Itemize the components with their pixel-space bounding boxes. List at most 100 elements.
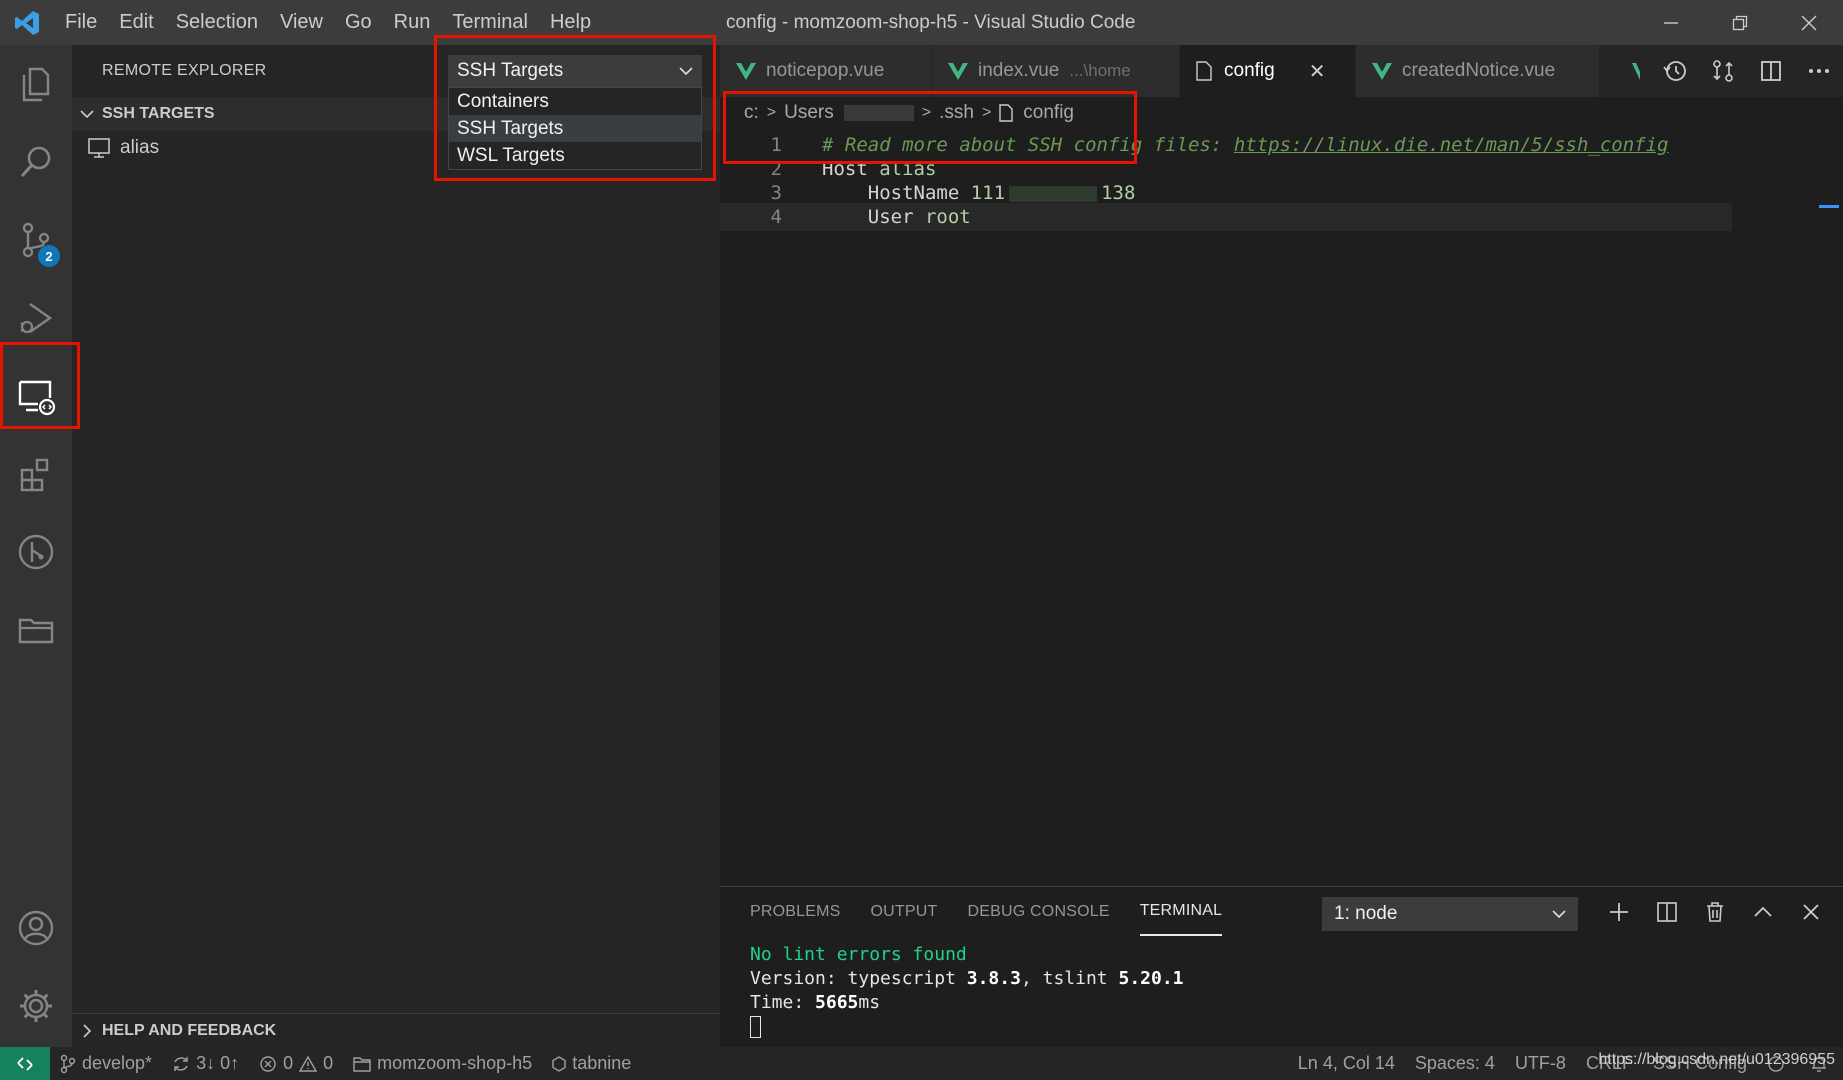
overflow-tab-indicator <box>1621 45 1651 97</box>
tab-index-vue[interactable]: index.vue ...\home <box>932 45 1180 97</box>
restore-icon <box>1732 15 1747 30</box>
tab-label: createdNotice.vue <box>1402 60 1556 81</box>
window-title: config - momzoom-shop-h5 - Visual Studio… <box>726 12 1136 33</box>
minimize-button[interactable] <box>1636 0 1705 45</box>
settings-gear-icon <box>20 990 52 1022</box>
terminal-line-lint: No lint errors found <box>750 944 967 965</box>
remote-indicator-button[interactable] <box>0 1047 50 1080</box>
vue-file-icon <box>1632 63 1640 80</box>
branch-status[interactable]: develop* <box>50 1047 162 1080</box>
activity-search[interactable] <box>0 123 72 201</box>
breadcrumb-ssh[interactable]: .ssh <box>939 102 974 124</box>
redacted-ip <box>1009 185 1098 202</box>
activity-explorer[interactable] <box>0 45 72 123</box>
hostname-value-end: 138 <box>1101 182 1136 204</box>
more-actions-button[interactable] <box>1795 45 1843 97</box>
help-feedback-section-header[interactable]: HELP AND FEEDBACK <box>72 1013 720 1047</box>
split-terminal-icon <box>1657 902 1677 922</box>
menu-selection[interactable]: Selection <box>165 0 269 45</box>
warning-count: 0 <box>323 1053 334 1073</box>
hostname-keyword: HostName <box>867 182 960 204</box>
run-debug-icon <box>20 303 53 334</box>
new-terminal-button[interactable] <box>1595 887 1643 937</box>
menu-file[interactable]: File <box>54 0 108 45</box>
tab-config[interactable]: config ✕ <box>1180 45 1356 97</box>
tab-debug-console[interactable]: DEBUG CONSOLE <box>968 887 1110 937</box>
tab-noticepop-vue[interactable]: noticepop.vue <box>720 45 932 97</box>
history-icon <box>1663 61 1686 81</box>
breadcrumb-config[interactable]: config <box>1023 102 1074 124</box>
tabnine-status[interactable]: tabnine <box>542 1047 641 1080</box>
menu-run[interactable]: Run <box>383 0 442 45</box>
option-ssh-targets[interactable]: SSH Targets <box>449 115 701 142</box>
explorer-icon <box>22 67 50 102</box>
restore-button[interactable] <box>1705 0 1774 45</box>
activity-remote-explorer[interactable] <box>0 357 72 435</box>
menu-view[interactable]: View <box>269 0 334 45</box>
option-wsl-targets[interactable]: WSL Targets <box>449 142 701 169</box>
menu-bar: File Edit Selection View Go Run Terminal… <box>54 0 602 45</box>
sync-icon <box>174 1056 188 1071</box>
help-feedback-section-label: HELP AND FEEDBACK <box>102 1021 277 1039</box>
close-tab-icon[interactable]: ✕ <box>1309 59 1326 84</box>
menu-help[interactable]: Help <box>539 0 602 45</box>
activity-git-graph[interactable] <box>0 513 72 591</box>
workspace-folder-status[interactable]: momzoom-shop-h5 <box>343 1047 542 1080</box>
maximize-panel-button[interactable] <box>1739 887 1787 937</box>
line-number: 3 <box>770 182 782 204</box>
activity-project-manager[interactable] <box>0 591 72 669</box>
vue-file-icon <box>948 63 968 80</box>
chevron-down-icon <box>679 67 693 76</box>
terminal-line-time: Time: 5665ms <box>750 992 881 1013</box>
terminal-output[interactable]: No lint errors found Version: typescript… <box>750 943 1184 1039</box>
sync-status[interactable]: 3↓ 0↑ <box>162 1047 249 1080</box>
remote-type-select[interactable]: SSH Targets <box>448 55 702 87</box>
title-bar: File Edit Selection View Go Run Terminal… <box>0 0 1843 45</box>
option-containers[interactable]: Containers <box>449 88 701 115</box>
breadcrumb-drive[interactable]: c: <box>744 102 759 124</box>
breadcrumb-users[interactable]: Users <box>784 102 834 124</box>
open-changes-button[interactable] <box>1699 45 1747 97</box>
close-icon <box>1801 15 1816 30</box>
split-editor-button[interactable] <box>1747 45 1795 97</box>
git-branch-icon <box>60 1054 76 1073</box>
split-terminal-button[interactable] <box>1643 887 1691 937</box>
ssh-config-docs-link[interactable]: https://linux.die.net/man/5/ssh_config <box>1234 134 1669 156</box>
tab-terminal[interactable]: TERMINAL <box>1139 888 1223 936</box>
chevron-down-icon <box>72 109 102 119</box>
indentation-status[interactable]: Spaces: 4 <box>1405 1047 1505 1080</box>
menu-terminal[interactable]: Terminal <box>441 0 539 45</box>
code-editor[interactable]: 1 # Read more about SSH config files: ht… <box>720 131 1843 886</box>
activity-run-debug[interactable] <box>0 279 72 357</box>
tab-problems[interactable]: PROBLEMS <box>750 887 841 937</box>
remote-icon <box>17 1056 33 1071</box>
timeline-button[interactable] <box>1651 45 1699 97</box>
menu-edit[interactable]: Edit <box>108 0 164 45</box>
chevron-right-icon: > <box>766 104 777 121</box>
tab-label: config <box>1224 60 1275 81</box>
source-control-badge: 2 <box>38 245 60 267</box>
activity-source-control[interactable]: 2 <box>0 201 72 279</box>
close-window-button[interactable] <box>1774 0 1843 45</box>
activity-manage[interactable] <box>0 967 72 1045</box>
kill-terminal-button[interactable] <box>1691 887 1739 937</box>
chevron-up-icon <box>1754 906 1772 917</box>
terminal-select[interactable]: 1: node <box>1322 897 1578 931</box>
tab-output[interactable]: OUTPUT <box>871 887 938 937</box>
file-icon <box>1196 61 1212 81</box>
encoding-status[interactable]: UTF-8 <box>1505 1047 1576 1080</box>
activity-accounts[interactable] <box>0 889 72 967</box>
close-panel-button[interactable] <box>1787 887 1835 937</box>
git-compare-icon <box>1713 60 1733 82</box>
code-line: 4 User root <box>720 203 1732 231</box>
chevron-down-icon <box>1552 910 1566 919</box>
plus-icon <box>1610 903 1628 921</box>
bottom-panel: PROBLEMS OUTPUT DEBUG CONSOLE TERMINAL 1… <box>720 886 1843 1047</box>
cursor-position-status[interactable]: Ln 4, Col 14 <box>1288 1047 1405 1080</box>
problems-status[interactable]: 0 0 <box>249 1047 343 1080</box>
menu-go[interactable]: Go <box>334 0 383 45</box>
activity-extensions[interactable] <box>0 435 72 513</box>
git-graph-icon <box>18 534 54 570</box>
window-controls <box>1636 0 1843 45</box>
tab-creatednotice-vue[interactable]: createdNotice.vue <box>1356 45 1600 97</box>
